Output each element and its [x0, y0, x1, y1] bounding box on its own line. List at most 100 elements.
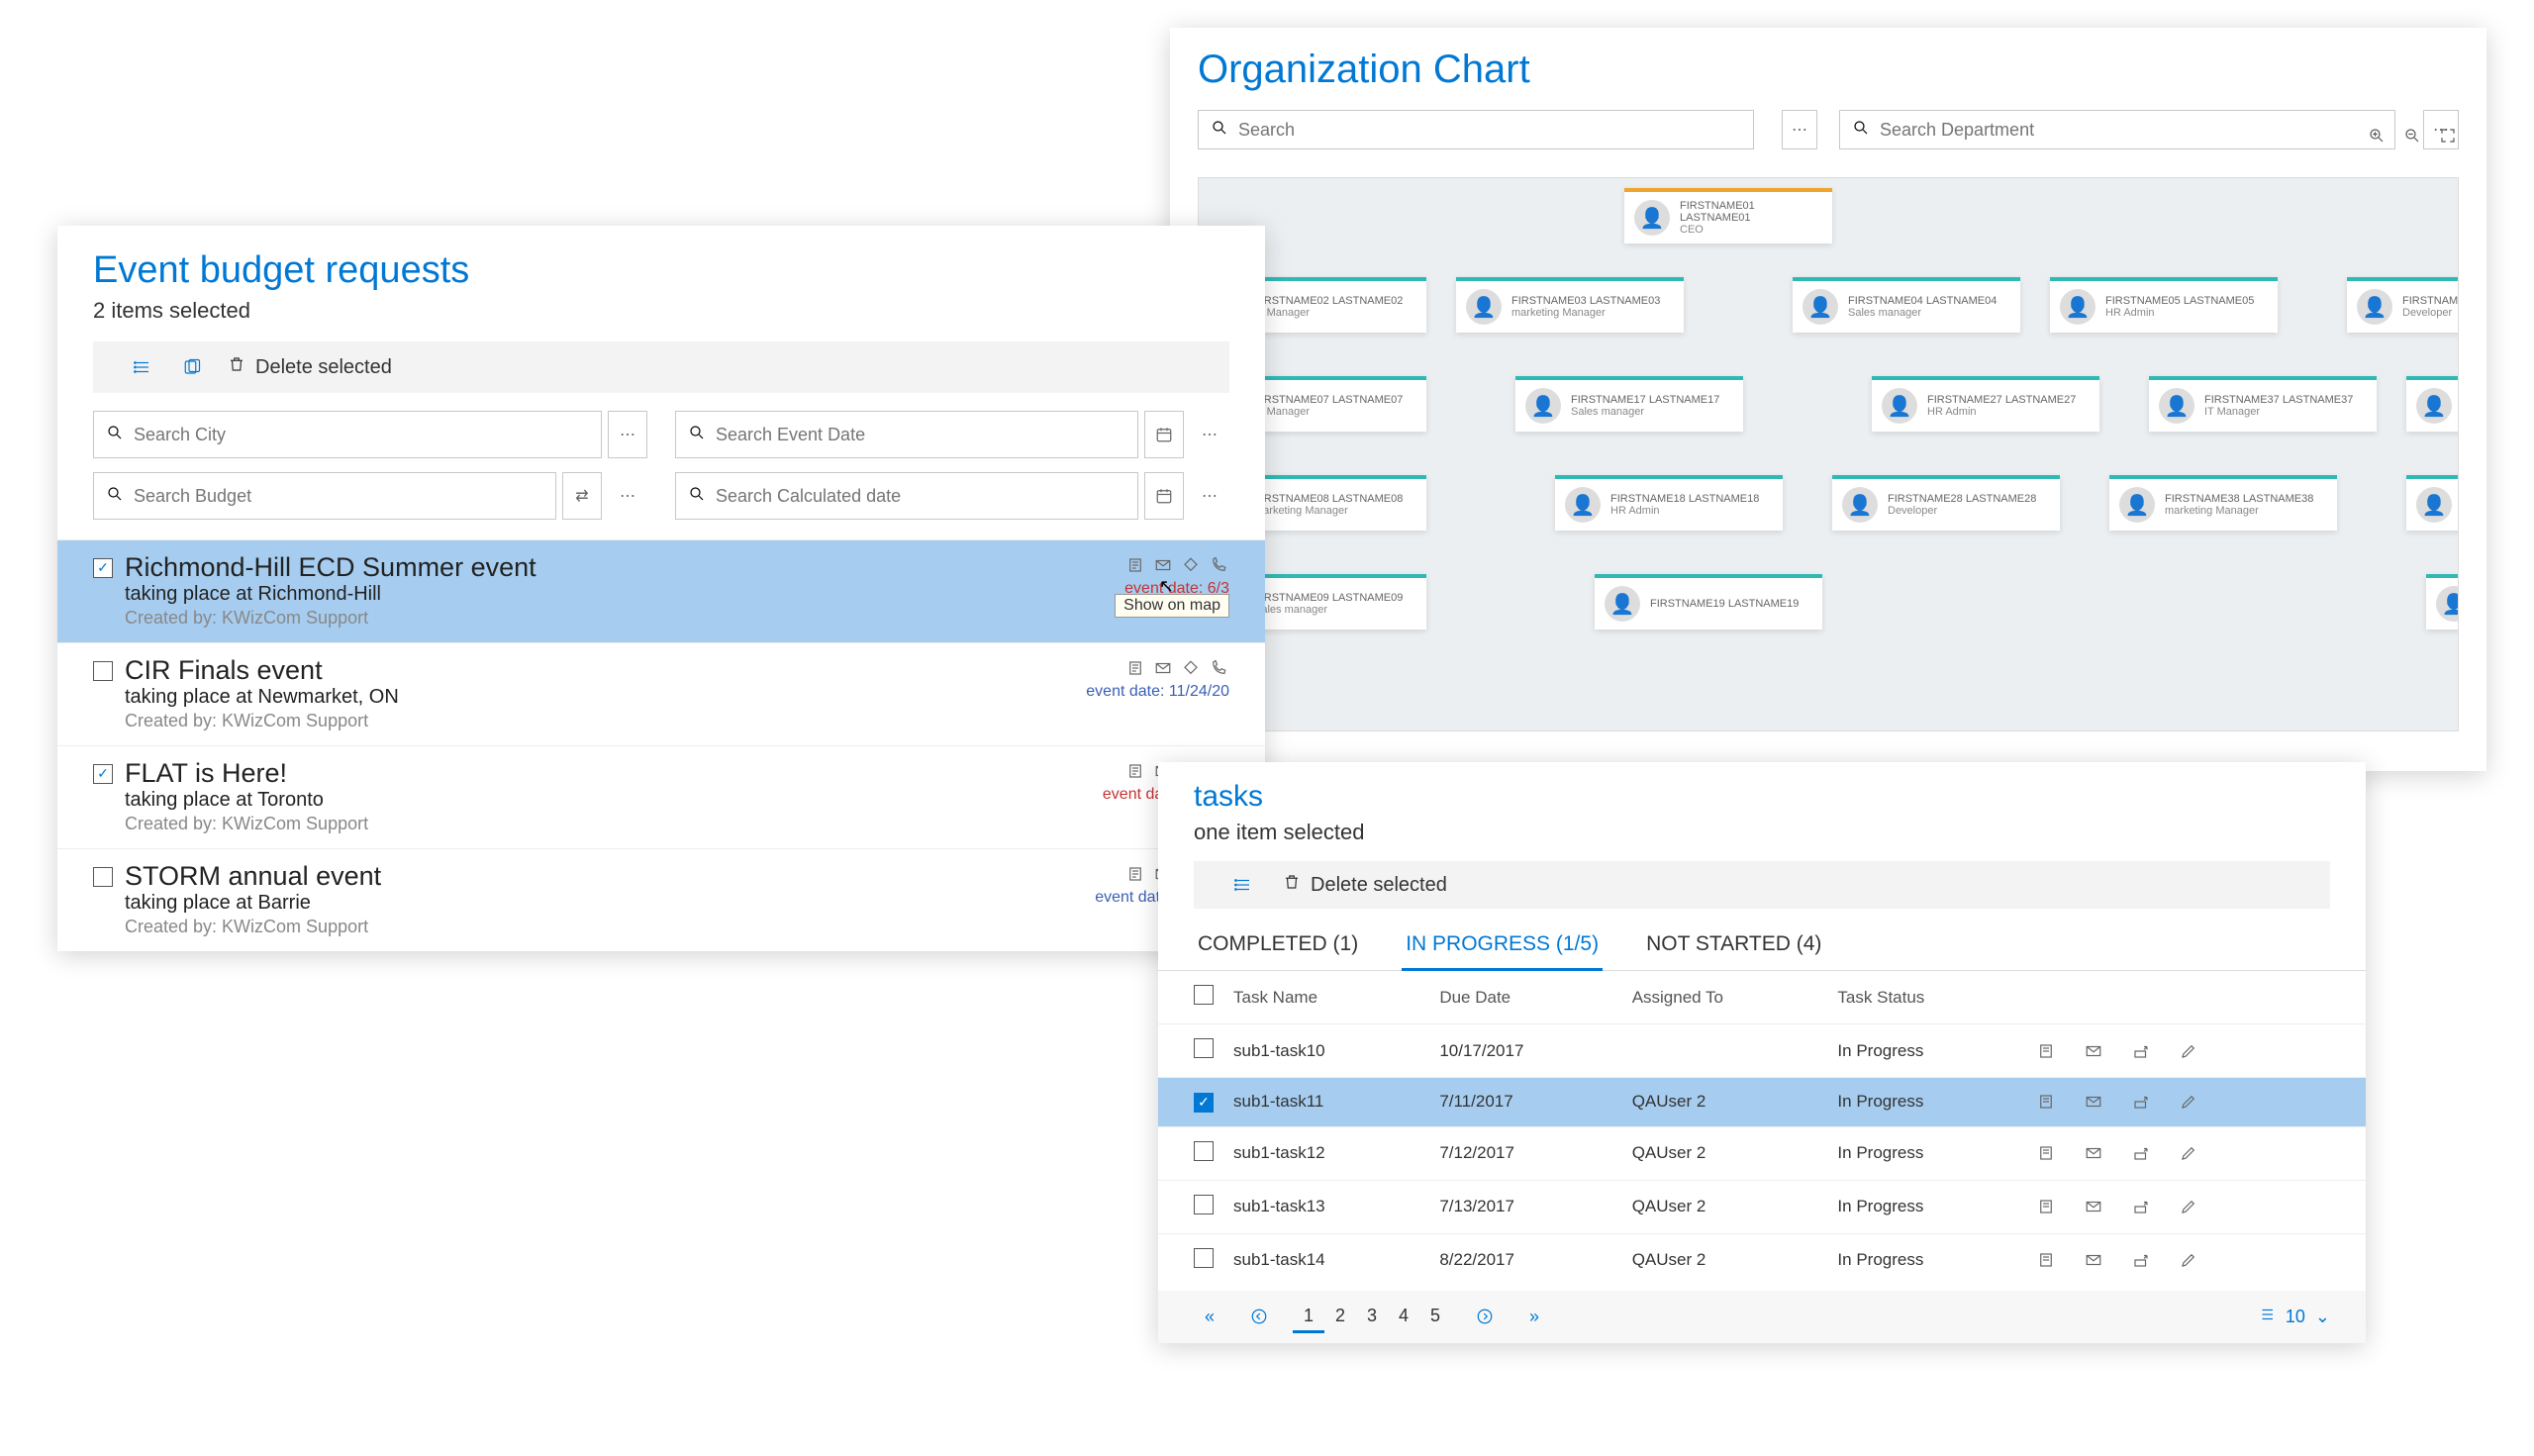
export-icon[interactable] — [2130, 1093, 2152, 1111]
task-checkbox[interactable] — [1194, 1195, 1214, 1214]
org-dept-input[interactable] — [1880, 120, 2383, 141]
mail-icon[interactable] — [1152, 657, 1174, 679]
mail-icon[interactable] — [2083, 1251, 2104, 1269]
notes-icon[interactable] — [2035, 1144, 2057, 1162]
pager-page[interactable]: 1 — [1293, 1302, 1324, 1333]
zoom-in-icon[interactable] — [2368, 127, 2386, 150]
app-icon[interactable] — [178, 353, 206, 381]
org-card[interactable]: 👤 FIRSTNAME28 LASTNAME28 Developer — [1832, 475, 2060, 531]
org-search-input[interactable] — [1238, 120, 1741, 141]
org-card[interactable]: 👤 FIRSTNAME05 LASTNAME05 HR Admin — [2050, 277, 2278, 333]
search-event-date-more[interactable]: ⋯ — [1190, 411, 1229, 458]
delete-selected-button[interactable]: Delete selected — [228, 355, 392, 379]
org-search[interactable] — [1198, 110, 1754, 149]
org-card[interactable]: 👤 FIRSTNAME47 LASTNAME47 marketing Manag… — [2406, 376, 2459, 432]
edit-icon[interactable] — [2178, 1251, 2199, 1269]
pager-prev-icon[interactable] — [1243, 1301, 1275, 1332]
search-event-date[interactable] — [675, 411, 1138, 458]
org-card[interactable]: 👤 FIRSTNAME48 LASTNAME48 — [2406, 475, 2459, 531]
org-dept-more[interactable]: ⋯ — [2423, 110, 2459, 149]
pager-first-icon[interactable]: « — [1194, 1301, 1225, 1332]
calendar-icon[interactable] — [1144, 472, 1184, 520]
task-checkbox[interactable] — [1194, 1248, 1214, 1268]
location-icon[interactable] — [1180, 554, 1202, 576]
phone-icon[interactable] — [1208, 554, 1229, 576]
search-city-input[interactable] — [134, 425, 589, 445]
pager-page[interactable]: 5 — [1419, 1301, 1451, 1332]
tasks-tab[interactable]: COMPLETED (1) — [1194, 922, 1362, 970]
edit-icon[interactable] — [2178, 1042, 2199, 1060]
pager-page[interactable]: 2 — [1324, 1301, 1356, 1332]
org-card-ceo[interactable]: 👤 FIRSTNAME01 LASTNAME01 CEO — [1624, 188, 1832, 243]
mail-icon[interactable] — [2083, 1093, 2104, 1111]
notes-icon[interactable] — [2035, 1198, 2057, 1215]
org-card[interactable]: 👤 FIRSTNAME04 LASTNAME04 Sales manager — [1793, 277, 2020, 333]
task-checkbox[interactable] — [1194, 1038, 1214, 1058]
page-size-selector[interactable]: 10 ⌄ — [2258, 1306, 2330, 1328]
event-item[interactable]: CIR Finals event taking place at Newmark… — [57, 642, 1265, 745]
pager-next-icon[interactable] — [1469, 1301, 1501, 1332]
edit-icon[interactable] — [2178, 1093, 2199, 1111]
phone-icon[interactable] — [1208, 657, 1229, 679]
task-row[interactable]: sub1-task11 7/11/2017 QAUser 2 In Progre… — [1158, 1078, 2366, 1127]
export-icon[interactable] — [2130, 1042, 2152, 1060]
task-row[interactable]: sub1-task10 10/17/2017 In Progress — [1158, 1024, 2366, 1078]
export-icon[interactable] — [2130, 1251, 2152, 1269]
event-checkbox[interactable] — [93, 867, 113, 887]
export-icon[interactable] — [2130, 1198, 2152, 1215]
org-board[interactable]: 👤 FIRSTNAME01 LASTNAME01 CEO 👤 FIRSTNAME… — [1198, 177, 2459, 731]
org-card[interactable]: 👤 FIRSTNAME27 LASTNAME27 HR Admin — [1872, 376, 2099, 432]
notes-icon[interactable] — [1124, 760, 1146, 782]
col-due-date[interactable]: Due Date — [1429, 971, 1621, 1024]
org-card[interactable]: 👤 FIRSTNAME03 LASTNAME03 marketing Manag… — [1456, 277, 1684, 333]
search-city-more[interactable]: ⋯ — [608, 411, 647, 458]
tasks-tab[interactable]: IN PROGRESS (1/5) — [1402, 922, 1603, 970]
col-task-status[interactable]: Task Status — [1827, 971, 2025, 1024]
org-card[interactable]: 👤 FIRSTNAME38 LASTNAME38 marketing Manag… — [2109, 475, 2337, 531]
org-card[interactable]: 👤 FIRSTNAME17 LASTNAME17 Sales manager — [1515, 376, 1743, 432]
task-row[interactable]: sub1-task12 7/12/2017 QAUser 2 In Progre… — [1158, 1126, 2366, 1180]
event-checkbox[interactable] — [93, 764, 113, 784]
search-calc-date[interactable] — [675, 472, 1138, 520]
org-card[interactable]: 👤 FIRSTNAME06 LASTNAME06 Developer — [2347, 277, 2459, 333]
event-checkbox[interactable] — [93, 558, 113, 578]
search-budget-input[interactable] — [134, 486, 543, 507]
notes-icon[interactable] — [2035, 1251, 2057, 1269]
edit-icon[interactable] — [2178, 1198, 2199, 1215]
search-calc-date-more[interactable]: ⋯ — [1190, 472, 1229, 520]
org-card[interactable]: 👤 FIRSTNAME37 LASTNAME37 IT Manager — [2149, 376, 2377, 432]
pager-page[interactable]: 4 — [1388, 1301, 1419, 1332]
zoom-out-icon[interactable] — [2403, 127, 2421, 150]
swap-icon[interactable]: ⇄ — [562, 472, 602, 520]
org-card[interactable]: 👤 FIRSTNAME19 LASTNAME19 — [1595, 574, 1822, 630]
event-item[interactable]: STORM annual event taking place at Barri… — [57, 848, 1265, 951]
pager-page[interactable]: 3 — [1356, 1301, 1388, 1332]
notes-icon[interactable] — [1124, 657, 1146, 679]
task-checkbox[interactable] — [1194, 1141, 1214, 1161]
search-city[interactable] — [93, 411, 602, 458]
expand-icon[interactable] — [2439, 127, 2457, 150]
mail-icon[interactable] — [2083, 1042, 2104, 1060]
mail-icon[interactable] — [1152, 554, 1174, 576]
event-item[interactable]: Richmond-Hill ECD Summer event taking pl… — [57, 539, 1265, 642]
select-all-checkbox[interactable] — [1194, 985, 1214, 1005]
export-icon[interactable] — [2130, 1144, 2152, 1162]
search-budget[interactable] — [93, 472, 556, 520]
notes-icon[interactable] — [2035, 1093, 2057, 1111]
notes-icon[interactable] — [1124, 863, 1146, 885]
notes-icon[interactable] — [1124, 554, 1146, 576]
pager-last-icon[interactable]: » — [1518, 1301, 1550, 1332]
edit-icon[interactable] — [2178, 1144, 2199, 1162]
tasks-tab[interactable]: NOT STARTED (4) — [1642, 922, 1825, 970]
search-budget-more[interactable]: ⋯ — [608, 472, 647, 520]
notes-icon[interactable] — [2035, 1042, 2057, 1060]
org-dept-search[interactable] — [1839, 110, 2395, 149]
list-view-icon[interactable] — [1229, 871, 1257, 899]
event-item[interactable]: FLAT is Here! taking place at Toronto Cr… — [57, 745, 1265, 848]
event-checkbox[interactable] — [93, 661, 113, 681]
list-view-icon[interactable] — [129, 353, 156, 381]
col-task-name[interactable]: Task Name — [1223, 971, 1429, 1024]
task-row[interactable]: sub1-task13 7/13/2017 QAUser 2 In Progre… — [1158, 1180, 2366, 1233]
mail-icon[interactable] — [2083, 1144, 2104, 1162]
calendar-icon[interactable] — [1144, 411, 1184, 458]
